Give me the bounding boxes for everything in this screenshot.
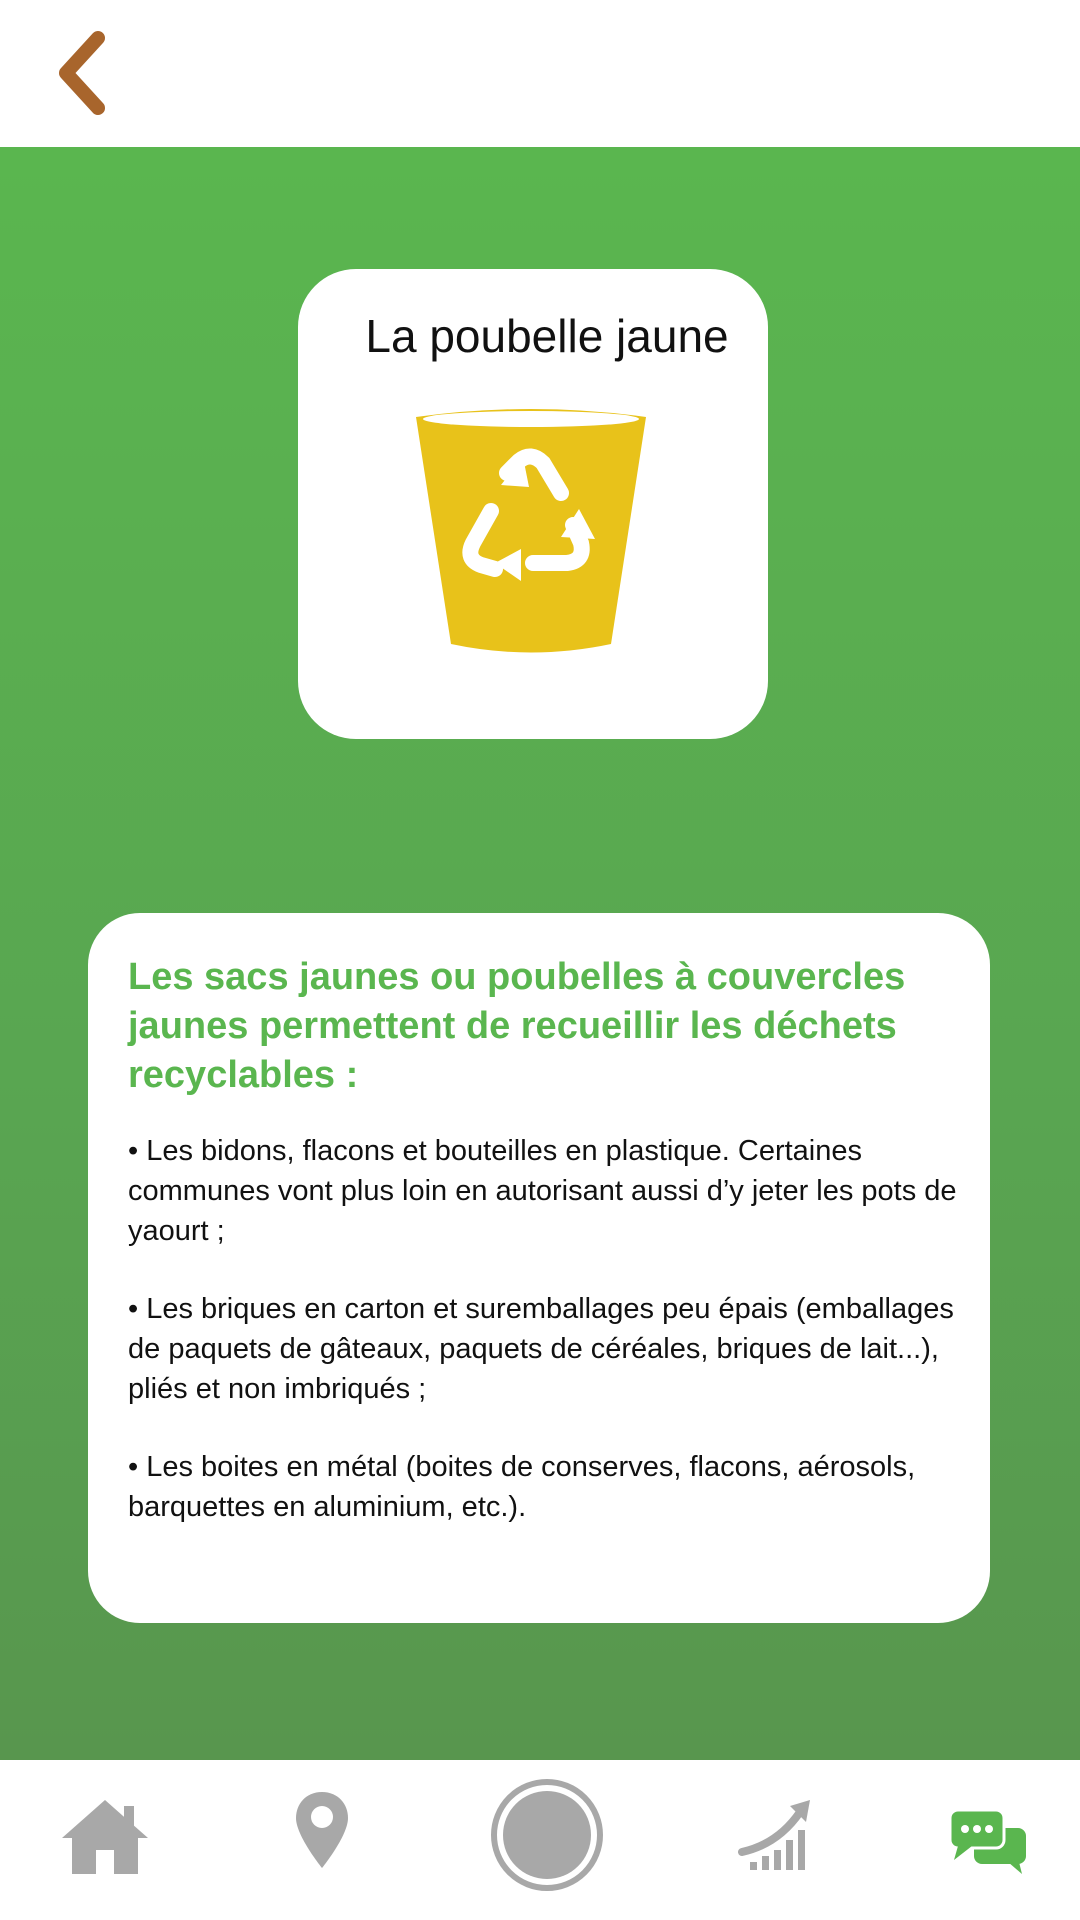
- growth-chart-icon: [738, 1800, 810, 1870]
- bin-title: La poubelle jaune: [365, 310, 729, 362]
- info-heading: Les sacs jaunes ou poubelles à couvercle…: [128, 956, 906, 1096]
- back-button[interactable]: [52, 30, 122, 116]
- home-icon: [62, 1800, 148, 1874]
- chat-bubbles-icon: [948, 1808, 1026, 1874]
- chevron-left-icon: [59, 31, 105, 115]
- info-list: • Les bidons, flacons et bouteilles en p…: [128, 1131, 958, 1565]
- list-item: • Les bidons, flacons et bouteilles en p…: [128, 1135, 957, 1247]
- nav-item-record[interactable]: [490, 1778, 604, 1892]
- yellow-recycling-bin-icon: [416, 409, 646, 653]
- nav-item-home[interactable]: [58, 1796, 152, 1878]
- content-area: La poubelle jaune Les sacs jaunes ou pou…: [0, 147, 1080, 1760]
- bin-card: La poubelle jaune: [298, 269, 768, 739]
- nav-item-chat[interactable]: [948, 1808, 1028, 1876]
- top-bar: [0, 0, 1080, 147]
- nav-item-stats[interactable]: [738, 1796, 814, 1872]
- record-button-icon: [491, 1779, 603, 1891]
- info-card: Les sacs jaunes ou poubelles à couvercle…: [88, 913, 990, 1623]
- list-item: • Les briques en carton et suremballages…: [128, 1293, 954, 1405]
- list-item: • Les boites en métal (boites de conserv…: [128, 1451, 916, 1523]
- nav-item-map[interactable]: [294, 1790, 350, 1870]
- map-pin-icon: [296, 1792, 348, 1868]
- bottom-navigation: [0, 1760, 1080, 1920]
